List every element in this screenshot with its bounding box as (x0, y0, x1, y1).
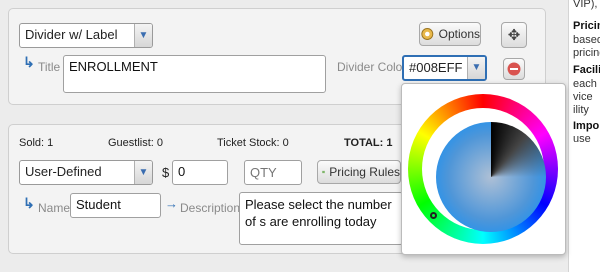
sub-item-arrow-icon: ↳ (23, 195, 35, 211)
help-sidebar: VIP), e Pricin based pricing Faciliti ea… (568, 0, 600, 272)
name-label: Name (38, 201, 71, 215)
help-text-line: based (573, 34, 600, 46)
help-heading: Faciliti (573, 64, 600, 76)
move-arrows-icon: ✥ (507, 27, 521, 44)
help-heading: Impo (573, 120, 600, 132)
money-icon (322, 170, 326, 174)
help-heading: Pricin (573, 20, 600, 32)
sub-item-arrow-icon: ↳ (23, 54, 35, 70)
total-count: TOTAL: 1 (344, 137, 393, 149)
help-text-line: ility (573, 104, 589, 116)
guestlist-count: Guestlist: 0 (108, 137, 164, 149)
divider-type-select[interactable]: Divider w/ Label ▼ (19, 23, 153, 48)
options-button[interactable]: Options (419, 22, 481, 46)
title-label: Title (38, 60, 61, 74)
divider-type-value: Divider w/ Label (25, 27, 118, 42)
divider-color-label: Divider Color (337, 60, 407, 74)
chevron-down-icon: ▼ (134, 161, 152, 184)
move-button[interactable]: ✥ (501, 22, 527, 48)
remove-icon (507, 62, 521, 76)
remove-button[interactable] (503, 58, 525, 80)
name-input[interactable]: Student (70, 193, 161, 218)
gear-icon (421, 28, 434, 40)
help-text-line: VIP), e (573, 0, 600, 10)
divider-color-select[interactable]: #008EFF ▼ (402, 55, 487, 81)
sold-count: Sold: 1 (19, 137, 54, 149)
price-input[interactable]: 0 (172, 160, 228, 185)
ticket-type-value: User-Defined (25, 164, 102, 179)
currency-symbol: $ (162, 165, 170, 180)
description-label: Description (180, 201, 241, 215)
options-label: Options (438, 27, 480, 41)
color-picker-popup (401, 83, 566, 255)
divider-color-value: #008EFF (409, 60, 463, 75)
help-text-line: pricing (573, 47, 600, 59)
description-textarea[interactable]: Please select the number of s are enroll… (239, 192, 403, 245)
help-text-line: use (573, 133, 591, 145)
pricing-rules-button[interactable]: Pricing Rules (317, 160, 401, 184)
chevron-down-icon: ▼ (467, 57, 485, 79)
qty-input[interactable] (244, 160, 302, 185)
help-text-line: vice (573, 91, 593, 103)
chevron-down-icon: ▼ (134, 24, 152, 47)
help-text-line: each t (573, 78, 600, 90)
ticket-type-select[interactable]: User-Defined ▼ (19, 160, 153, 185)
arrow-right-icon: → (165, 196, 178, 211)
saturation-lightness-disc[interactable] (436, 122, 546, 232)
hue-marker[interactable] (430, 212, 437, 219)
title-input[interactable]: ENROLLMENT (63, 55, 326, 93)
ticket-stock-count: Ticket Stock: 0 (217, 137, 289, 149)
pricing-rules-label: Pricing Rules (329, 165, 400, 179)
